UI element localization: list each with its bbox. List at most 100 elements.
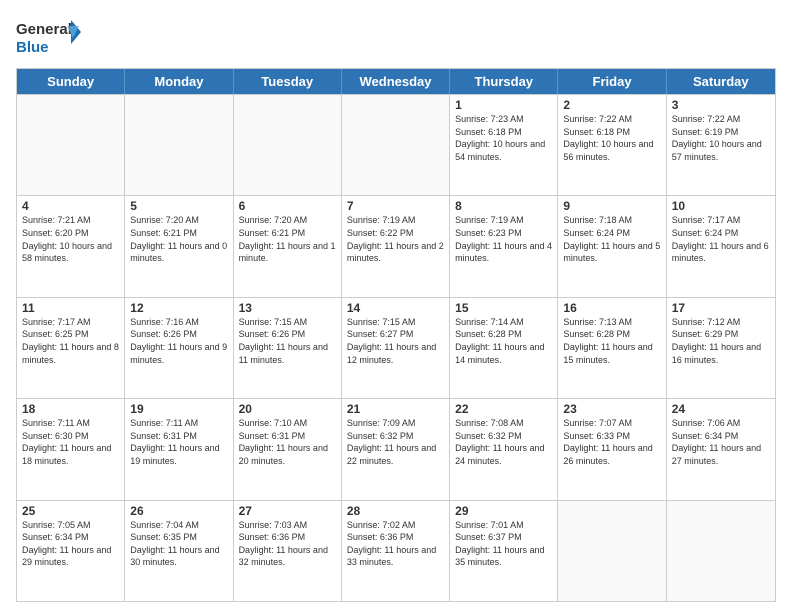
day-info: Sunrise: 7:03 AM Sunset: 6:36 PM Dayligh… [239, 519, 336, 569]
svg-text:General: General [16, 21, 72, 38]
day-cell-6: 6Sunrise: 7:20 AM Sunset: 6:21 PM Daylig… [234, 196, 342, 296]
svg-text:Blue: Blue [16, 39, 49, 56]
day-info: Sunrise: 7:04 AM Sunset: 6:35 PM Dayligh… [130, 519, 227, 569]
day-info: Sunrise: 7:01 AM Sunset: 6:37 PM Dayligh… [455, 519, 552, 569]
calendar-header: SundayMondayTuesdayWednesdayThursdayFrid… [17, 69, 775, 94]
day-cell-13: 13Sunrise: 7:15 AM Sunset: 6:26 PM Dayli… [234, 298, 342, 398]
day-info: Sunrise: 7:23 AM Sunset: 6:18 PM Dayligh… [455, 113, 552, 163]
day-cell-25: 25Sunrise: 7:05 AM Sunset: 6:34 PM Dayli… [17, 501, 125, 601]
day-cell-14: 14Sunrise: 7:15 AM Sunset: 6:27 PM Dayli… [342, 298, 450, 398]
day-cell-12: 12Sunrise: 7:16 AM Sunset: 6:26 PM Dayli… [125, 298, 233, 398]
day-cell-10: 10Sunrise: 7:17 AM Sunset: 6:24 PM Dayli… [667, 196, 775, 296]
day-number: 27 [239, 504, 336, 518]
day-number: 20 [239, 402, 336, 416]
day-cell-17: 17Sunrise: 7:12 AM Sunset: 6:29 PM Dayli… [667, 298, 775, 398]
day-info: Sunrise: 7:22 AM Sunset: 6:19 PM Dayligh… [672, 113, 770, 163]
day-info: Sunrise: 7:19 AM Sunset: 6:22 PM Dayligh… [347, 214, 444, 264]
day-header-tuesday: Tuesday [234, 69, 342, 94]
empty-cell [558, 501, 666, 601]
day-info: Sunrise: 7:18 AM Sunset: 6:24 PM Dayligh… [563, 214, 660, 264]
day-number: 2 [563, 98, 660, 112]
calendar-row-4: 25Sunrise: 7:05 AM Sunset: 6:34 PM Dayli… [17, 500, 775, 601]
day-cell-24: 24Sunrise: 7:06 AM Sunset: 6:34 PM Dayli… [667, 399, 775, 499]
day-info: Sunrise: 7:11 AM Sunset: 6:30 PM Dayligh… [22, 417, 119, 467]
day-cell-20: 20Sunrise: 7:10 AM Sunset: 6:31 PM Dayli… [234, 399, 342, 499]
day-info: Sunrise: 7:14 AM Sunset: 6:28 PM Dayligh… [455, 316, 552, 366]
day-cell-8: 8Sunrise: 7:19 AM Sunset: 6:23 PM Daylig… [450, 196, 558, 296]
day-number: 22 [455, 402, 552, 416]
day-cell-22: 22Sunrise: 7:08 AM Sunset: 6:32 PM Dayli… [450, 399, 558, 499]
day-number: 26 [130, 504, 227, 518]
day-number: 8 [455, 199, 552, 213]
calendar-row-2: 11Sunrise: 7:17 AM Sunset: 6:25 PM Dayli… [17, 297, 775, 398]
day-number: 14 [347, 301, 444, 315]
day-info: Sunrise: 7:17 AM Sunset: 6:24 PM Dayligh… [672, 214, 770, 264]
day-number: 6 [239, 199, 336, 213]
day-header-saturday: Saturday [667, 69, 775, 94]
day-cell-28: 28Sunrise: 7:02 AM Sunset: 6:36 PM Dayli… [342, 501, 450, 601]
empty-cell [125, 95, 233, 195]
day-info: Sunrise: 7:15 AM Sunset: 6:27 PM Dayligh… [347, 316, 444, 366]
logo: General Blue [16, 16, 86, 60]
day-info: Sunrise: 7:16 AM Sunset: 6:26 PM Dayligh… [130, 316, 227, 366]
day-info: Sunrise: 7:05 AM Sunset: 6:34 PM Dayligh… [22, 519, 119, 569]
calendar: SundayMondayTuesdayWednesdayThursdayFrid… [16, 68, 776, 602]
day-header-wednesday: Wednesday [342, 69, 450, 94]
day-header-sunday: Sunday [17, 69, 125, 94]
day-number: 3 [672, 98, 770, 112]
day-number: 12 [130, 301, 227, 315]
day-number: 25 [22, 504, 119, 518]
day-info: Sunrise: 7:22 AM Sunset: 6:18 PM Dayligh… [563, 113, 660, 163]
day-number: 19 [130, 402, 227, 416]
day-cell-7: 7Sunrise: 7:19 AM Sunset: 6:22 PM Daylig… [342, 196, 450, 296]
day-info: Sunrise: 7:12 AM Sunset: 6:29 PM Dayligh… [672, 316, 770, 366]
day-number: 29 [455, 504, 552, 518]
day-cell-5: 5Sunrise: 7:20 AM Sunset: 6:21 PM Daylig… [125, 196, 233, 296]
day-cell-3: 3Sunrise: 7:22 AM Sunset: 6:19 PM Daylig… [667, 95, 775, 195]
day-number: 24 [672, 402, 770, 416]
day-number: 4 [22, 199, 119, 213]
day-header-monday: Monday [125, 69, 233, 94]
day-info: Sunrise: 7:17 AM Sunset: 6:25 PM Dayligh… [22, 316, 119, 366]
day-number: 28 [347, 504, 444, 518]
day-number: 9 [563, 199, 660, 213]
day-cell-1: 1Sunrise: 7:23 AM Sunset: 6:18 PM Daylig… [450, 95, 558, 195]
day-cell-4: 4Sunrise: 7:21 AM Sunset: 6:20 PM Daylig… [17, 196, 125, 296]
calendar-row-3: 18Sunrise: 7:11 AM Sunset: 6:30 PM Dayli… [17, 398, 775, 499]
day-info: Sunrise: 7:13 AM Sunset: 6:28 PM Dayligh… [563, 316, 660, 366]
day-info: Sunrise: 7:02 AM Sunset: 6:36 PM Dayligh… [347, 519, 444, 569]
day-number: 16 [563, 301, 660, 315]
logo-svg: General Blue [16, 16, 86, 60]
day-info: Sunrise: 7:07 AM Sunset: 6:33 PM Dayligh… [563, 417, 660, 467]
calendar-body: 1Sunrise: 7:23 AM Sunset: 6:18 PM Daylig… [17, 94, 775, 601]
day-info: Sunrise: 7:21 AM Sunset: 6:20 PM Dayligh… [22, 214, 119, 264]
day-number: 7 [347, 199, 444, 213]
empty-cell [234, 95, 342, 195]
day-cell-29: 29Sunrise: 7:01 AM Sunset: 6:37 PM Dayli… [450, 501, 558, 601]
day-cell-16: 16Sunrise: 7:13 AM Sunset: 6:28 PM Dayli… [558, 298, 666, 398]
day-info: Sunrise: 7:06 AM Sunset: 6:34 PM Dayligh… [672, 417, 770, 467]
day-info: Sunrise: 7:15 AM Sunset: 6:26 PM Dayligh… [239, 316, 336, 366]
header: General Blue [16, 16, 776, 60]
day-cell-26: 26Sunrise: 7:04 AM Sunset: 6:35 PM Dayli… [125, 501, 233, 601]
empty-cell [342, 95, 450, 195]
day-header-thursday: Thursday [450, 69, 558, 94]
day-number: 5 [130, 199, 227, 213]
day-cell-11: 11Sunrise: 7:17 AM Sunset: 6:25 PM Dayli… [17, 298, 125, 398]
day-cell-23: 23Sunrise: 7:07 AM Sunset: 6:33 PM Dayli… [558, 399, 666, 499]
day-cell-19: 19Sunrise: 7:11 AM Sunset: 6:31 PM Dayli… [125, 399, 233, 499]
day-number: 17 [672, 301, 770, 315]
empty-cell [667, 501, 775, 601]
empty-cell [17, 95, 125, 195]
day-header-friday: Friday [558, 69, 666, 94]
day-cell-18: 18Sunrise: 7:11 AM Sunset: 6:30 PM Dayli… [17, 399, 125, 499]
day-cell-9: 9Sunrise: 7:18 AM Sunset: 6:24 PM Daylig… [558, 196, 666, 296]
day-number: 10 [672, 199, 770, 213]
day-cell-15: 15Sunrise: 7:14 AM Sunset: 6:28 PM Dayli… [450, 298, 558, 398]
day-number: 1 [455, 98, 552, 112]
day-number: 18 [22, 402, 119, 416]
day-cell-21: 21Sunrise: 7:09 AM Sunset: 6:32 PM Dayli… [342, 399, 450, 499]
day-info: Sunrise: 7:11 AM Sunset: 6:31 PM Dayligh… [130, 417, 227, 467]
day-info: Sunrise: 7:20 AM Sunset: 6:21 PM Dayligh… [130, 214, 227, 264]
day-cell-27: 27Sunrise: 7:03 AM Sunset: 6:36 PM Dayli… [234, 501, 342, 601]
